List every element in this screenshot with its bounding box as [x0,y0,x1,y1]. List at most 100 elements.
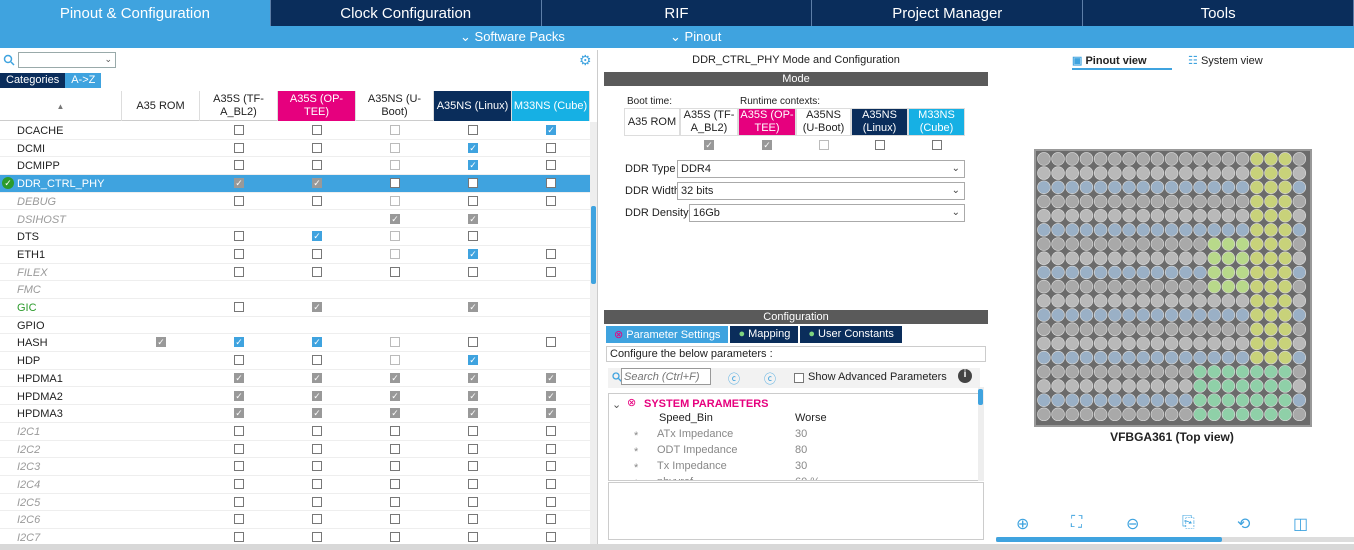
context-checkbox[interactable] [234,195,244,206]
pin[interactable] [1264,393,1278,407]
param-value[interactable]: 80 [795,444,807,456]
pin[interactable] [1250,322,1264,336]
table-row[interactable]: I2C3 [0,458,590,476]
pin[interactable] [1150,251,1165,265]
pin[interactable] [1264,279,1278,294]
pin[interactable] [1207,393,1221,407]
context-checkbox[interactable] [546,514,556,525]
pin[interactable] [1122,379,1136,393]
pin[interactable] [1221,194,1236,209]
table-row[interactable]: DEBUG [0,193,590,211]
pin[interactable] [1065,251,1079,265]
table-row[interactable]: I2C4 [0,476,590,494]
table-row[interactable]: DSIHOST ✓ ✓ [0,211,590,229]
pin[interactable] [1051,166,1065,180]
table-row[interactable]: FILEX [0,264,590,282]
pin[interactable] [1193,194,1207,209]
pin[interactable] [1136,308,1150,322]
context-checkbox[interactable]: ✓ [468,160,478,171]
table-row[interactable]: I2C2 [0,441,590,459]
sort-column[interactable]: ▲ [0,91,122,121]
pin[interactable] [1264,208,1278,223]
pin[interactable] [1250,294,1264,308]
table-row[interactable]: I2C6 [0,511,590,530]
pin[interactable] [1264,379,1278,393]
pin[interactable] [1051,393,1065,407]
context-checkbox[interactable] [234,425,244,436]
pin[interactable] [1051,350,1065,365]
tab-pinout-configuration[interactable]: Pinout & Configuration [0,0,271,26]
pin[interactable] [1037,194,1051,209]
pin[interactable] [1122,223,1136,237]
pin[interactable] [1292,208,1307,223]
pin[interactable] [1179,379,1193,393]
pin[interactable] [1193,322,1207,336]
pin[interactable] [1278,152,1292,166]
context-checkbox[interactable]: ✓ [234,390,244,401]
pin[interactable] [1051,294,1065,308]
pin[interactable] [1278,393,1292,407]
context-checkbox[interactable] [546,496,556,507]
table-scrollbar[interactable] [590,122,597,544]
context-checkbox[interactable]: ✓ [390,213,400,224]
context-checkbox[interactable]: ✓ [312,337,322,348]
pin[interactable] [1292,152,1307,166]
pin[interactable] [1093,180,1108,194]
pin[interactable] [1150,294,1165,308]
pin[interactable] [1136,379,1150,393]
context-checkbox[interactable] [234,142,244,153]
pin[interactable] [1122,365,1136,379]
pin[interactable] [1207,237,1221,251]
pin[interactable] [1093,279,1108,294]
context-checkbox[interactable]: ✓ [312,390,322,401]
pin[interactable] [1250,152,1264,166]
pin[interactable] [1051,407,1065,422]
pin[interactable] [1264,322,1278,336]
pin[interactable] [1235,279,1250,294]
pin[interactable] [1235,379,1250,393]
context-checkbox[interactable]: ✓ [390,408,400,419]
pin[interactable] [1193,208,1207,223]
pin[interactable] [1150,308,1165,322]
search-icon[interactable] [3,54,15,66]
pin[interactable] [1292,393,1307,407]
pin[interactable] [1164,379,1179,393]
table-row[interactable]: HPDMA2 ✓ ✓ ✓ ✓ ✓ [0,388,590,406]
pin[interactable] [1065,237,1079,251]
pin[interactable] [1150,180,1165,194]
pin[interactable] [1037,251,1051,265]
context-checkbox[interactable] [468,266,478,277]
pin[interactable] [1250,166,1264,180]
pin[interactable] [1079,322,1094,336]
context-checkbox[interactable]: ✓ [468,372,478,383]
pin[interactable] [1292,237,1307,251]
pin[interactable] [1108,166,1122,180]
context-checkbox[interactable] [390,195,400,206]
pin[interactable] [1235,194,1250,209]
pin[interactable] [1221,208,1236,223]
tab-clock-configuration[interactable]: Clock Configuration [271,0,542,26]
pin[interactable] [1278,208,1292,223]
pin[interactable] [1079,208,1094,223]
pin[interactable] [1037,322,1051,336]
context-checkbox[interactable] [312,142,322,153]
pin[interactable] [1079,407,1094,422]
pin[interactable] [1136,393,1150,407]
pin[interactable] [1264,251,1278,265]
rotate-icon[interactable]: ⟲ [1237,514,1250,534]
context-checkbox[interactable] [312,355,322,366]
context-checkbox[interactable]: ✓ [234,372,244,383]
table-row[interactable]: HASH ✓ ✓ ✓ [0,334,590,353]
pin[interactable] [1051,365,1065,379]
pin[interactable] [1136,194,1150,209]
context-checkbox[interactable]: ✓ [468,408,478,419]
context-checkbox[interactable] [546,160,556,171]
show-advanced-checkbox[interactable] [794,373,804,383]
pin[interactable] [1037,407,1051,422]
pin[interactable] [1193,365,1207,379]
pin[interactable] [1235,308,1250,322]
table-row[interactable]: FMC [0,281,590,299]
pin[interactable] [1150,194,1165,209]
context-checkbox[interactable] [546,425,556,436]
pin[interactable] [1093,294,1108,308]
